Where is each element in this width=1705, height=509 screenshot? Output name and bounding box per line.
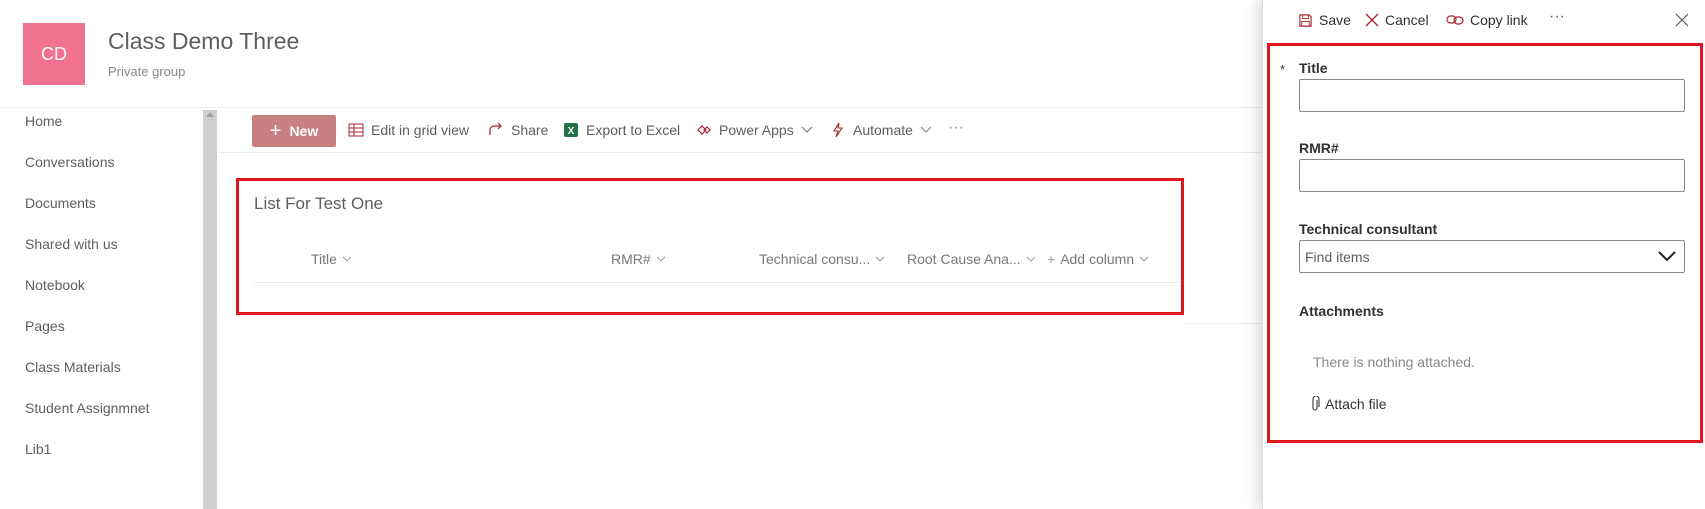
share-icon [489,122,502,135]
excel-icon: X [564,123,578,137]
plus-icon: + [269,120,282,142]
rmr-field-label: RMR# [1299,140,1339,156]
rmr-input[interactable] [1299,159,1685,192]
save-button[interactable]: Save [1298,12,1351,28]
title-field-label: Title [1299,60,1328,76]
column-header-label: Technical consu... [759,251,871,267]
nav-item-conversations[interactable]: Conversations [25,154,115,170]
required-marker: * [1280,62,1286,77]
share-button[interactable]: Share [488,122,548,138]
new-button[interactable]: + New [252,115,336,147]
cancel-icon [1365,13,1379,27]
command-bar: + New Edit in grid view Share X Export t… [218,109,1262,153]
attachments-empty-text: There is nothing attached. [1313,354,1475,370]
nav-item-class-materials[interactable]: Class Materials [25,359,121,375]
power-apps-label: Power Apps [719,122,794,138]
cancel-button[interactable]: Cancel [1365,12,1429,28]
title-input[interactable] [1299,79,1685,112]
chevron-down-icon [656,256,666,262]
attachments-label: Attachments [1299,303,1384,319]
form-highlight-box: * Title RMR# Technical consultant Find i… [1267,43,1703,443]
add-column-label: Add column [1060,251,1135,267]
nav-item-shared-with-us[interactable]: Shared with us [25,236,118,252]
attach-file-button[interactable]: Attach file [1310,396,1386,412]
automate-icon [833,122,844,138]
chevron-down-icon [1658,251,1676,262]
nav-item-student-assignmnet[interactable]: Student Assignmnet [25,400,150,416]
picker-placeholder: Find items [1305,249,1370,265]
cancel-label: Cancel [1385,12,1429,28]
column-header-root-cause-analysis[interactable]: Root Cause Ana... [907,251,1036,267]
copy-link-label: Copy link [1470,12,1528,28]
column-header-label: RMR# [611,251,651,267]
export-to-excel-label: Export to Excel [586,122,681,138]
nav-item-documents[interactable]: Documents [25,195,96,211]
column-header-title[interactable]: Title [311,251,352,267]
save-icon [1299,13,1312,27]
chevron-down-icon [920,126,932,133]
paperclip-icon [1312,396,1320,411]
new-item-panel: Save Cancel Copy link ··· * Title RMR# T… [1262,0,1705,509]
site-avatar[interactable]: CD [23,23,85,85]
automate-button[interactable]: Automate [830,122,932,138]
svg-text:X: X [568,126,575,137]
list-highlight-box: List For Test One Title RMR# Technical c… [236,178,1184,315]
column-header-label: Root Cause Ana... [907,251,1021,267]
automate-label: Automate [853,122,913,138]
edit-grid-view-label: Edit in grid view [371,122,470,138]
sharepoint-page: CD Class Demo Three Private group Home C… [0,0,1705,509]
site-header: CD Class Demo Three Private group [0,0,1262,108]
more-commands-button[interactable]: ··· [948,119,964,137]
nav-scrollbar[interactable] [203,110,217,509]
site-subtitle: Private group [108,64,186,79]
share-label: Share [511,122,549,138]
close-icon [1675,13,1689,27]
export-to-excel-button[interactable]: X Export to Excel [563,122,680,138]
chevron-down-icon [801,126,813,133]
site-title[interactable]: Class Demo Three [108,28,299,55]
close-panel-button[interactable] [1675,13,1689,32]
nav-item-lib1[interactable]: Lib1 [25,441,51,457]
new-button-label: New [289,123,319,139]
nav-item-pages[interactable]: Pages [25,318,65,334]
add-column-button[interactable]: + Add column [1047,251,1149,267]
plus-icon: + [1047,251,1056,267]
chevron-down-icon [1026,256,1036,262]
list-header-divider [254,282,1181,283]
power-apps-button[interactable]: Power Apps [696,122,813,138]
column-header-label: Title [311,251,337,267]
grid-icon [348,123,364,137]
copy-link-button[interactable]: Copy link [1446,12,1528,28]
edit-grid-view-button[interactable]: Edit in grid view [348,122,469,138]
left-navigation: Home Conversations Documents Shared with… [0,109,218,509]
technical-consultant-label: Technical consultant [1299,221,1438,237]
technical-consultant-picker[interactable]: Find items [1299,240,1685,273]
save-label: Save [1319,12,1351,28]
chevron-down-icon [342,256,352,262]
list-title: List For Test One [254,194,384,213]
power-apps-icon [697,125,711,135]
link-icon [1446,15,1464,25]
attach-file-label: Attach file [1325,396,1387,412]
column-header-technical-consultant[interactable]: Technical consu... [759,251,885,267]
column-header-rmr[interactable]: RMR# [611,251,666,267]
nav-item-notebook[interactable]: Notebook [25,277,85,293]
scroll-up-arrow-icon[interactable] [206,112,214,117]
nav-item-home[interactable]: Home [25,113,62,129]
chevron-down-icon [875,256,885,262]
chevron-down-icon [1139,256,1149,262]
more-options-button[interactable]: ··· [1549,8,1565,26]
list-row-divider [1184,323,1262,324]
